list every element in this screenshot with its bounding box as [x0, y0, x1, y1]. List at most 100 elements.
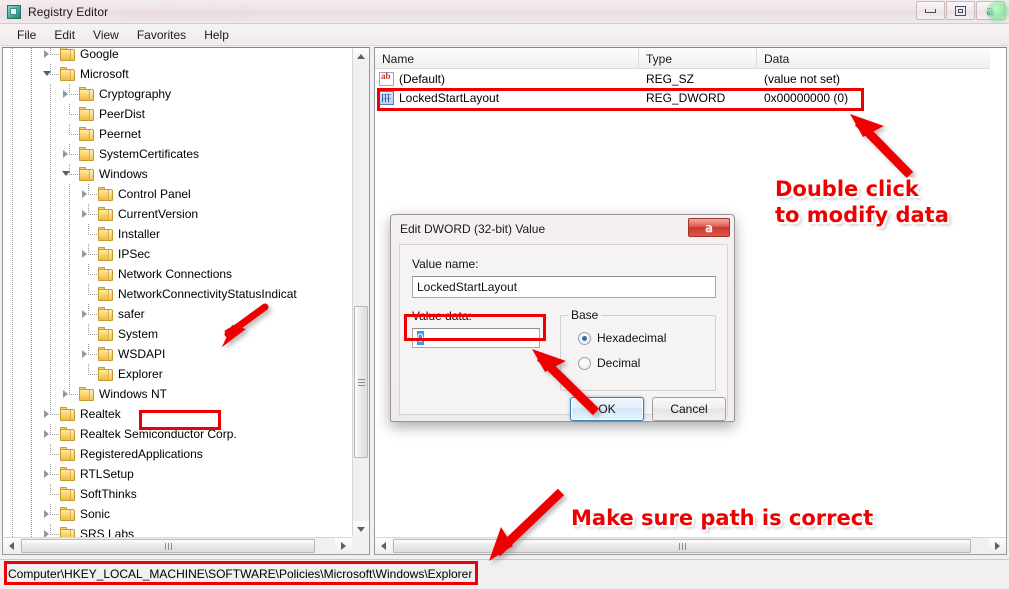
tree-item-cryptography[interactable]: Cryptography: [3, 84, 353, 104]
tree-item-windows-nt[interactable]: Windows NT: [3, 384, 353, 404]
values-scroll-left-button[interactable]: [375, 538, 392, 554]
values-hscroll-thumb[interactable]: [393, 539, 971, 553]
tree-item-realtek[interactable]: Realtek: [3, 404, 353, 424]
tree-item-system[interactable]: System: [3, 324, 353, 344]
chevron-right-icon[interactable]: [41, 524, 60, 538]
tree-viewport[interactable]: Google Microsoft Cryptography PeerDist Peern…: [3, 48, 353, 538]
table-row[interactable]: (Default) REG_SZ (value not set): [375, 69, 990, 88]
tree-indent-guide: [22, 264, 41, 284]
tree-indent-guide: [3, 48, 22, 64]
chevron-right-icon[interactable]: [79, 344, 98, 364]
tree-item-srs-labs[interactable]: SRS Labs: [3, 524, 353, 538]
chevron-right-icon[interactable]: [79, 204, 98, 224]
tree-item-peernet[interactable]: Peernet: [3, 124, 353, 144]
chevron-right-icon[interactable]: [41, 48, 60, 64]
ok-button[interactable]: OK: [570, 397, 644, 421]
value-name-text: LockedStartLayout: [399, 90, 500, 105]
menu-favorites[interactable]: Favorites: [128, 26, 195, 44]
tree-elbow: [60, 124, 79, 144]
tree-indent-guide: [22, 524, 41, 538]
chevron-right-icon[interactable]: [79, 304, 98, 324]
tree-list: Google Microsoft Cryptography PeerDist Peern…: [3, 48, 353, 538]
column-header-name[interactable]: Name: [375, 48, 639, 69]
cancel-button[interactable]: Cancel: [652, 397, 726, 421]
minimize-button[interactable]: [916, 1, 945, 20]
value-data-cell: 0x00000000 (0): [764, 90, 849, 105]
restore-button[interactable]: [946, 1, 975, 20]
tree-horizontal-scrollbar[interactable]: [3, 537, 352, 554]
value-data-input[interactable]: 0: [412, 328, 540, 348]
cursor-highlight-orb: [987, 1, 1009, 23]
tree-indent-guide: [41, 264, 60, 284]
chevron-right-icon[interactable]: [79, 184, 98, 204]
values-scroll-right-button[interactable]: [989, 538, 1006, 554]
chevron-down-icon[interactable]: [41, 64, 60, 84]
tree-item-label: RTLSetup: [80, 467, 134, 481]
menu-edit[interactable]: Edit: [45, 26, 84, 44]
tree-scroll-left-button[interactable]: [3, 538, 20, 554]
tree-item-safer[interactable]: safer: [3, 304, 353, 324]
menu-view[interactable]: View: [84, 26, 128, 44]
base-group-label: Base: [568, 308, 602, 322]
tree-scroll-down-button[interactable]: [353, 521, 369, 538]
table-row[interactable]: LockedStartLayout REG_DWORD 0x00000000 (…: [375, 88, 990, 107]
chevron-right-icon[interactable]: [60, 84, 79, 104]
tree-item-microsoft[interactable]: Microsoft: [3, 64, 353, 84]
tree-item-sonic[interactable]: Sonic: [3, 504, 353, 524]
tree-indent-guide: [22, 104, 41, 124]
tree-item-ipsec[interactable]: IPSec: [3, 244, 353, 264]
menu-file[interactable]: File: [8, 26, 45, 44]
tree-item-wsdapi[interactable]: WSDAPI: [3, 344, 353, 364]
value-name-input[interactable]: LockedStartLayout: [412, 276, 716, 298]
tree-item-currentversion[interactable]: CurrentVersion: [3, 204, 353, 224]
tree-item-realtek-semiconductor-corp[interactable]: Realtek Semiconductor Corp.: [3, 424, 353, 444]
column-header-data[interactable]: Data: [757, 48, 990, 69]
tree-item-network-connections[interactable]: Network Connections: [3, 264, 353, 284]
tree-scroll-up-button[interactable]: [353, 48, 369, 65]
tree-item-peerdist[interactable]: PeerDist: [3, 104, 353, 124]
chevron-right-icon[interactable]: [41, 464, 60, 484]
chevron-right-icon[interactable]: [60, 384, 79, 404]
tree-item-installer[interactable]: Installer: [3, 224, 353, 244]
tree-indent-guide: [3, 184, 22, 204]
base-hexadecimal-radio[interactable]: Hexadecimal: [578, 331, 666, 345]
dialog-title: Edit DWORD (32-bit) Value: [400, 221, 546, 236]
tree-item-softthinks[interactable]: SoftThinks: [3, 484, 353, 504]
tree-item-control-panel[interactable]: Control Panel: [3, 184, 353, 204]
tree-item-rtlsetup[interactable]: RTLSetup: [3, 464, 353, 484]
tree-item-google[interactable]: Google: [3, 48, 353, 64]
chevron-right-icon[interactable]: [79, 244, 98, 264]
tree-hscroll-thumb[interactable]: [21, 539, 315, 553]
annotation-double-click-line2: to modify data: [775, 203, 949, 227]
folder-icon: [98, 227, 114, 241]
tree-item-registeredapplications[interactable]: RegisteredApplications: [3, 444, 353, 464]
radio-unselected-icon: [578, 356, 591, 370]
base-decimal-radio[interactable]: Decimal: [578, 356, 640, 370]
dialog-close-button[interactable]: 𝕒: [688, 218, 730, 237]
tree-indent-guide: [41, 384, 60, 404]
chevron-right-icon[interactable]: [41, 504, 60, 524]
tree-item-label: Windows NT: [99, 387, 168, 401]
values-horizontal-scrollbar[interactable]: [375, 537, 1006, 554]
column-header-type[interactable]: Type: [639, 48, 757, 69]
tree-item-windows[interactable]: Windows: [3, 164, 353, 184]
tree-indent-guide: [22, 464, 41, 484]
tree-indent-guide: [41, 124, 60, 144]
chevron-right-icon[interactable]: [41, 424, 60, 444]
tree-item-networkconnectivitystatusindicat[interactable]: NetworkConnectivityStatusIndicat: [3, 284, 353, 304]
tree-item-label: Windows: [99, 167, 148, 181]
tree-item-label: Network Connections: [118, 267, 233, 281]
chevron-right-icon[interactable]: [60, 144, 79, 164]
chevron-down-icon[interactable]: [60, 164, 79, 184]
menu-help[interactable]: Help: [195, 26, 238, 44]
tree-scroll-thumb[interactable]: [354, 306, 368, 458]
tree-item-systemcertificates[interactable]: SystemCertificates: [3, 144, 353, 164]
chevron-right-icon[interactable]: [41, 404, 60, 424]
binary-value-icon: [379, 90, 394, 105]
tree-scroll-right-button[interactable]: [335, 538, 352, 554]
tree-vertical-scrollbar[interactable]: [352, 48, 369, 538]
tree-item-explorer[interactable]: Explorer: [3, 364, 353, 384]
tree-indent-guide: [3, 164, 22, 184]
tree-item-label: Realtek Semiconductor Corp.: [80, 427, 237, 441]
tree-indent-guide: [22, 304, 41, 324]
